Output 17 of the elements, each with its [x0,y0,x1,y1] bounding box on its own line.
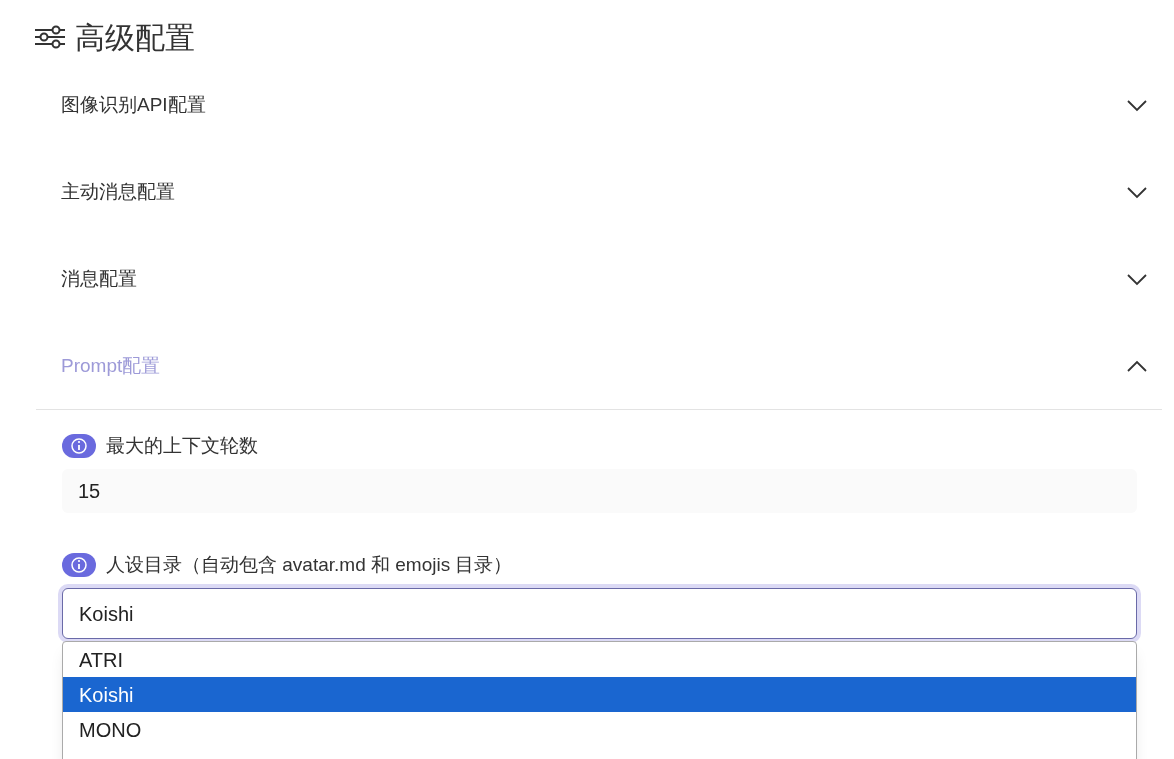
settings-icon [35,25,65,49]
dropdown-option[interactable]: ATRI [63,642,1136,677]
info-icon [62,553,96,577]
field-label: 人设目录（自动包含 avatar.md 和 emojis 目录） [106,552,513,577]
chevron-up-icon [1126,359,1148,373]
info-icon [62,434,96,458]
field-label: 最大的上下文轮数 [106,433,258,458]
chevron-down-icon [1126,99,1148,112]
number-field[interactable]: 15 [62,469,1137,513]
accordion-header[interactable]: 图像识别API配置 [36,62,1162,149]
chevron-down-icon [1126,273,1148,286]
chevron-down-icon [1126,186,1148,199]
page-title: 高级配置 [75,19,195,56]
accordion-header[interactable]: 主动消息配置 [36,149,1162,236]
accordion-header[interactable]: 消息配置 [36,236,1162,323]
dropdown-option[interactable]: MONO [63,712,1136,747]
dropdown-option[interactable]: Koishi [63,677,1136,712]
